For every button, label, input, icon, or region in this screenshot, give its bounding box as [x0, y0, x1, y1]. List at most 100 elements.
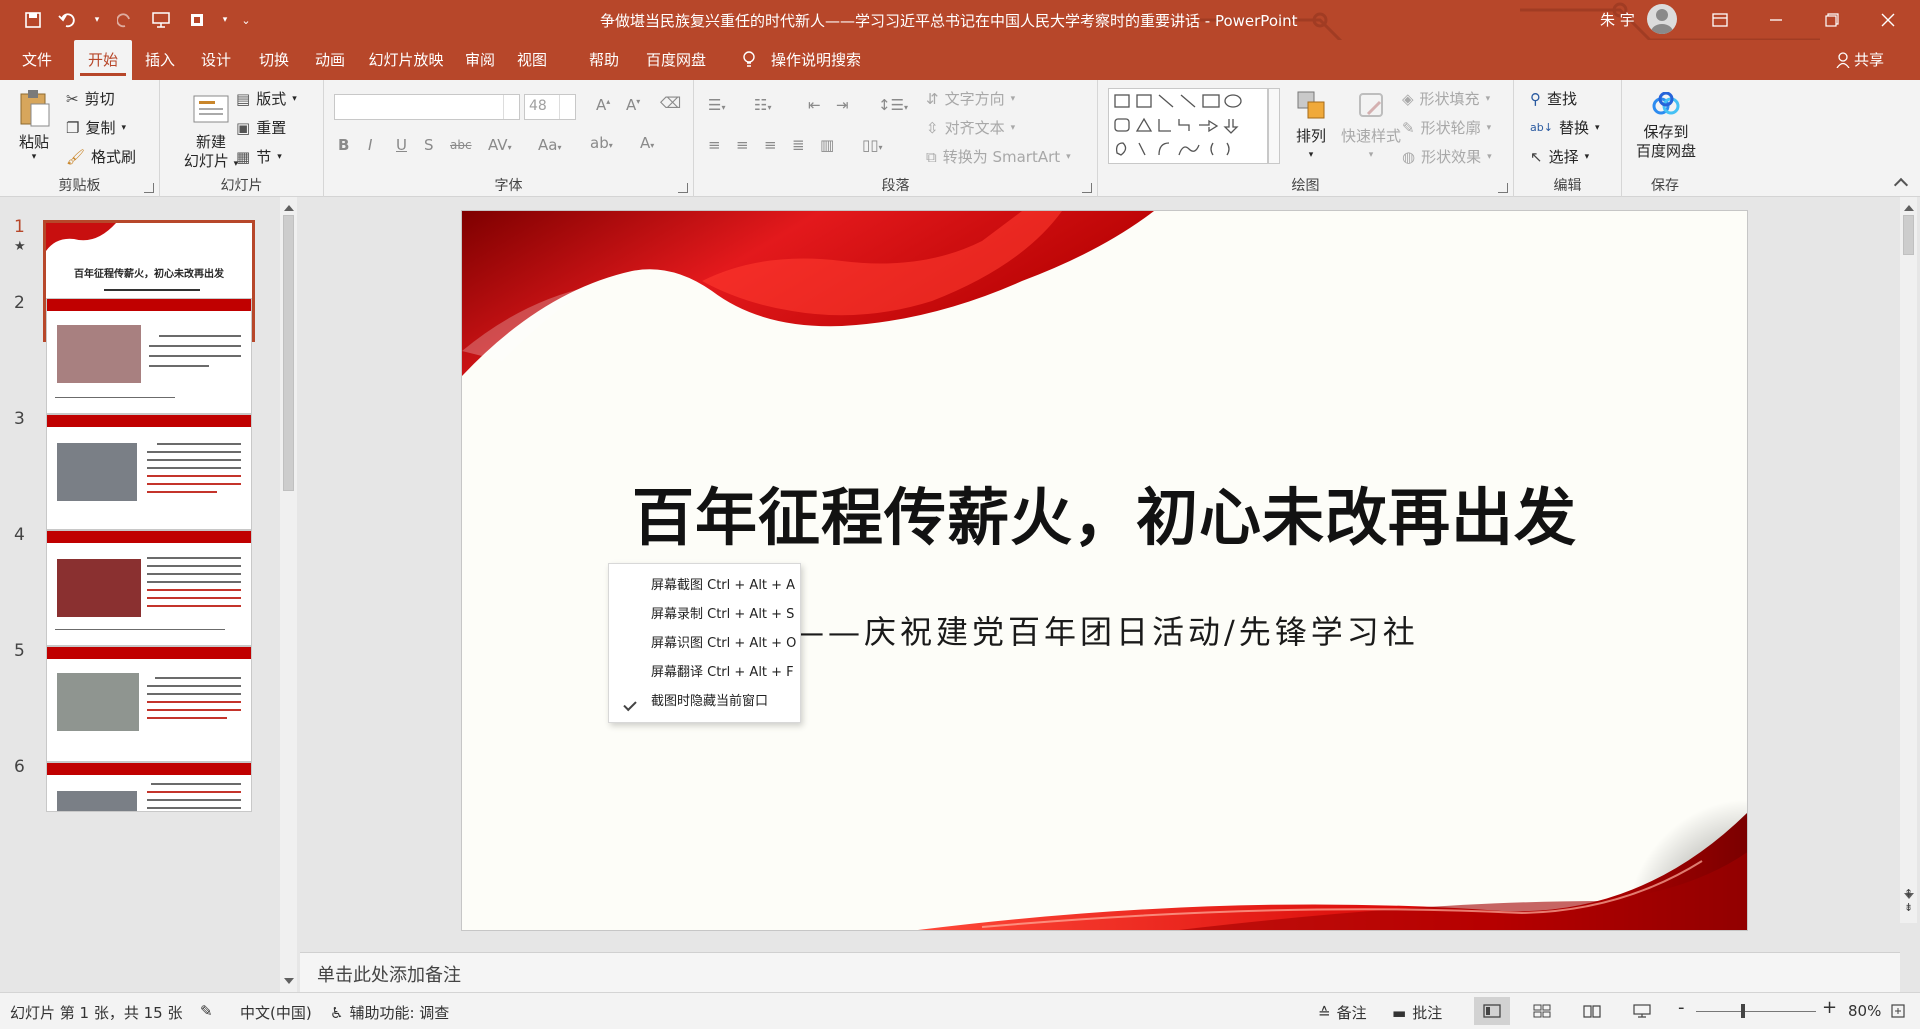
- decrease-indent-icon[interactable]: ⇤: [808, 96, 821, 114]
- tab-file[interactable]: 文件: [8, 40, 66, 80]
- layout-button[interactable]: ▤ 版式 ▾: [236, 88, 297, 109]
- editor-scroll-thumb[interactable]: [1903, 215, 1914, 255]
- fit-to-window-icon[interactable]: [1880, 997, 1916, 1025]
- slide-subtitle[interactable]: ——庆祝建党百年团日活动/先锋学习社: [792, 607, 1419, 653]
- line-spacing-icon[interactable]: ↕☰▾: [878, 96, 908, 114]
- scroll-up-icon[interactable]: [284, 205, 294, 211]
- undo-icon[interactable]: [56, 7, 82, 33]
- collapse-ribbon-icon[interactable]: [1893, 177, 1909, 193]
- arrange-button[interactable]: 排列 ▾: [1288, 88, 1334, 165]
- ribbon-display-options-icon[interactable]: [1692, 0, 1748, 40]
- menu-item-screen-ocr[interactable]: 屏幕识图 Ctrl + Alt + O: [651, 632, 796, 651]
- comments-button[interactable]: ▬ 批注: [1392, 1002, 1442, 1023]
- shape-outline-button[interactable]: ✎ 形状轮廓 ▾: [1402, 117, 1491, 138]
- quick-styles-button[interactable]: 快速样式 ▾: [1336, 88, 1406, 165]
- tell-me-search[interactable]: 操作说明搜索: [766, 40, 866, 80]
- qat-dropdown-icon[interactable]: ▾: [220, 7, 230, 33]
- text-shadow-icon[interactable]: S: [424, 136, 434, 154]
- present-from-start-icon[interactable]: [148, 7, 174, 33]
- font-color-icon[interactable]: A▾: [640, 134, 654, 152]
- find-button[interactable]: ⚲ 查找: [1530, 88, 1577, 109]
- section-button[interactable]: ▦ 节 ▾: [236, 146, 282, 167]
- shape-fill-button[interactable]: ◈ 形状填充 ▾: [1402, 88, 1490, 109]
- align-left-icon[interactable]: ≡: [708, 136, 721, 154]
- tab-baidu-netdisk[interactable]: 百度网盘: [636, 40, 716, 80]
- customize-qat-icon[interactable]: ⌄: [240, 7, 252, 33]
- notes-toggle-button[interactable]: ≙ 备注: [1318, 1002, 1367, 1023]
- reading-view-icon[interactable]: [1574, 997, 1610, 1025]
- thumbnail-scroll-thumb[interactable]: [283, 215, 294, 491]
- save-to-baidu-button[interactable]: 保存到 百度网盘: [1630, 91, 1702, 161]
- italic-icon[interactable]: I: [368, 136, 372, 154]
- minimize-icon[interactable]: [1748, 0, 1804, 40]
- avatar[interactable]: [1647, 4, 1677, 34]
- change-case-icon[interactable]: Aa▾: [538, 136, 561, 154]
- restore-icon[interactable]: [1804, 0, 1860, 40]
- align-right-icon[interactable]: ≡: [764, 136, 777, 154]
- tab-slideshow[interactable]: 幻灯片放映: [364, 40, 448, 80]
- scroll-down-icon[interactable]: [284, 978, 294, 984]
- prev-next-slide-icons[interactable]: ⇞ ⇟: [1904, 887, 1913, 915]
- drawing-launcher-icon[interactable]: [1498, 183, 1508, 193]
- strikethrough-icon[interactable]: abc: [450, 138, 472, 152]
- shapes-gallery[interactable]: [1108, 88, 1268, 164]
- underline-icon[interactable]: U: [396, 136, 407, 154]
- font-size-dropdown-icon[interactable]: [559, 95, 575, 119]
- close-icon[interactable]: [1860, 0, 1916, 40]
- save-icon[interactable]: [20, 7, 46, 33]
- menu-item-screenshot[interactable]: 屏幕截图 Ctrl + Alt + A: [651, 574, 795, 593]
- font-launcher-icon[interactable]: [678, 183, 688, 193]
- zoom-slider[interactable]: [1696, 1011, 1816, 1012]
- copy-button[interactable]: ❐ 复制 ▾: [66, 117, 126, 138]
- tab-insert[interactable]: 插入: [136, 40, 184, 80]
- lightbulb-icon[interactable]: [734, 40, 764, 80]
- tab-review[interactable]: 审阅: [456, 40, 504, 80]
- character-spacing-icon[interactable]: AV▾: [488, 136, 512, 154]
- normal-view-icon[interactable]: [1474, 997, 1510, 1025]
- tab-transitions[interactable]: 切换: [250, 40, 298, 80]
- tab-animations[interactable]: 动画: [306, 40, 354, 80]
- slide-title[interactable]: 百年征程传薪火，初心未改再出发: [462, 467, 1747, 557]
- scroll-up-icon[interactable]: [1904, 205, 1914, 211]
- font-size-combo[interactable]: 48: [524, 94, 576, 120]
- align-text-button[interactable]: ⇳ 对齐文本 ▾: [926, 117, 1015, 138]
- tab-design[interactable]: 设计: [192, 40, 240, 80]
- tab-help[interactable]: 帮助: [580, 40, 628, 80]
- numbering-icon[interactable]: ☷▾: [754, 96, 771, 114]
- undo-dropdown-icon[interactable]: ▾: [92, 7, 102, 33]
- slide-thumbnail-3[interactable]: [46, 414, 252, 530]
- zoom-level[interactable]: 80%: [1848, 1002, 1881, 1020]
- zoom-in-button[interactable]: +: [1822, 997, 1837, 1018]
- thumbnail-scrollbar[interactable]: [280, 197, 297, 992]
- select-button[interactable]: ↖ 选择 ▾: [1530, 146, 1589, 167]
- menu-item-screen-record[interactable]: 屏幕录制 Ctrl + Alt + S: [651, 603, 794, 622]
- slide-thumbnail-6[interactable]: [46, 762, 252, 812]
- decrease-font-icon[interactable]: A▾: [626, 96, 640, 114]
- increase-indent-icon[interactable]: ⇥: [836, 96, 849, 114]
- smartart-button[interactable]: ⧉ 转换为 SmartArt ▾: [926, 146, 1071, 167]
- font-name-combo[interactable]: [334, 94, 520, 120]
- new-slide-qat-icon[interactable]: [184, 7, 210, 33]
- reset-button[interactable]: ▣ 重置: [236, 117, 286, 138]
- clear-formatting-icon[interactable]: ⌫: [660, 94, 681, 112]
- cut-button[interactable]: ✂ 剪切: [66, 88, 115, 109]
- bold-icon[interactable]: B: [338, 136, 349, 154]
- accessibility-button[interactable]: ♿ 辅助功能: 调查: [330, 1002, 449, 1023]
- shape-effects-button[interactable]: ◍ 形状效果 ▾: [1402, 146, 1492, 167]
- clipboard-launcher-icon[interactable]: [144, 183, 154, 193]
- user-name[interactable]: 朱 宇: [1600, 9, 1635, 30]
- new-slide-button[interactable]: 新建 幻灯片 ▾: [178, 88, 244, 174]
- replace-button[interactable]: ab↓ 替换 ▾: [1530, 117, 1600, 138]
- justify-icon[interactable]: ≣: [792, 136, 805, 154]
- text-direction-button[interactable]: ⇵ 文字方向 ▾: [926, 88, 1015, 109]
- redo-icon[interactable]: [112, 7, 138, 33]
- format-painter-button[interactable]: 🖌 格式刷: [66, 146, 136, 167]
- paragraph-launcher-icon[interactable]: [1082, 183, 1092, 193]
- slide-sorter-icon[interactable]: [1524, 997, 1560, 1025]
- notes-pane[interactable]: 单击此处添加备注: [300, 952, 1900, 992]
- bullets-icon[interactable]: ☰▾: [708, 96, 725, 114]
- tab-home[interactable]: 开始: [74, 40, 132, 80]
- font-name-dropdown-icon[interactable]: [503, 95, 519, 119]
- highlight-icon[interactable]: ab▾: [590, 134, 613, 152]
- slideshow-view-icon[interactable]: [1624, 997, 1660, 1025]
